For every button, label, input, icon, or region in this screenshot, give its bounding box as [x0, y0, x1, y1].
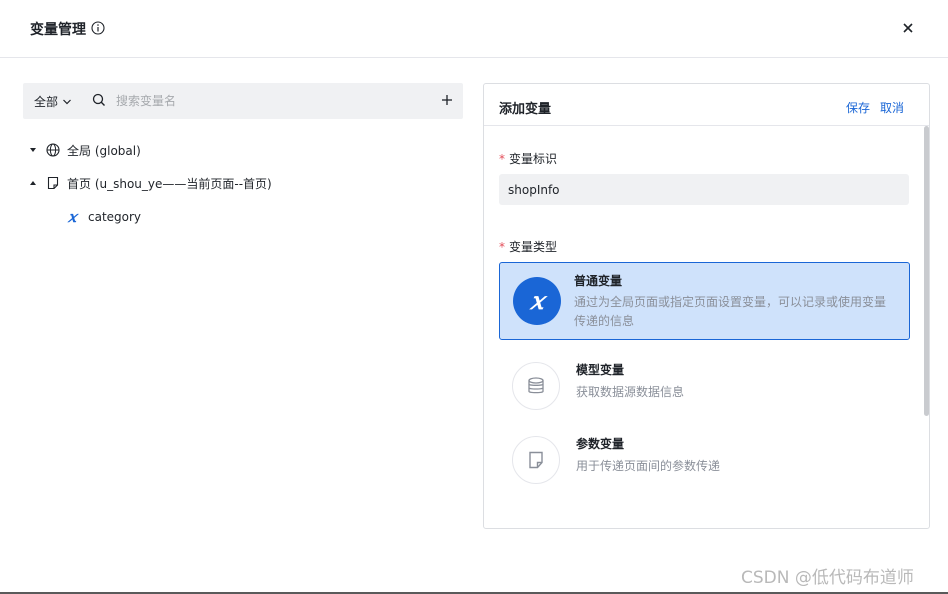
panel-title: 添加变量: [499, 102, 552, 117]
label-text: 变量类型: [509, 240, 558, 254]
required-mark: *: [499, 240, 505, 254]
cancel-button[interactable]: 取消: [880, 99, 904, 116]
save-button[interactable]: 保存: [846, 99, 870, 116]
variable-x-icon: 𝑥: [513, 277, 561, 325]
chevron-down-icon: [63, 99, 71, 104]
tree-node-category[interactable]: 𝑥 category: [68, 205, 141, 229]
type-option-desc: 通过为全局页面或指定页面设置变量，可以记录或使用变量传递的信息: [574, 295, 887, 328]
search-input[interactable]: [116, 90, 416, 112]
watermark: CSDN @低代码布道师: [741, 568, 914, 588]
variable-manager-dialog: 变量管理 全部 搜索变量名 全局 (global) 首页 (u_shou_ye—…: [0, 0, 948, 594]
tree-node-home[interactable]: 首页 (u_shou_ye——当前页面--首页): [29, 171, 272, 195]
add-icon[interactable]: [441, 94, 453, 106]
label-text: 变量标识: [509, 152, 558, 166]
scope-label: 全部: [34, 95, 59, 109]
database-icon: [512, 362, 560, 410]
document-icon: [512, 436, 560, 484]
required-mark: *: [499, 152, 505, 166]
info-icon[interactable]: [91, 21, 105, 35]
type-option-name: 参数变量: [576, 437, 625, 451]
dialog-title: 变量管理: [30, 22, 86, 38]
dialog-header: 变量管理: [0, 0, 948, 58]
globe-icon: [46, 143, 60, 157]
caret-down-icon[interactable]: [29, 146, 37, 154]
close-icon[interactable]: [901, 21, 915, 35]
type-option-desc: 用于传递页面间的参数传递: [576, 459, 721, 473]
variable-type-label: * 变量类型: [499, 238, 557, 255]
tree-node-global[interactable]: 全局 (global): [29, 138, 141, 162]
tree-node-label: category: [88, 210, 142, 224]
variable-x-icon: 𝑥: [68, 208, 77, 226]
panel-header: 添加变量 保存 取消: [484, 84, 929, 126]
search-bar: 全部: [23, 83, 463, 119]
caret-up-icon[interactable]: [29, 179, 37, 187]
add-variable-panel: 添加变量 保存 取消 * 变量标识 * 变量类型 𝑥 普通变量 通过为全局页面或指定…: [483, 83, 930, 529]
scrollbar[interactable]: [924, 126, 929, 416]
variable-id-field[interactable]: [499, 174, 909, 205]
search-icon: [92, 93, 105, 106]
type-option-model[interactable]: 模型变量 获取数据源数据信息: [499, 356, 910, 416]
type-option-name: 普通变量: [574, 274, 623, 288]
type-option-desc: 获取数据源数据信息: [576, 385, 685, 399]
scope-dropdown[interactable]: 全部: [34, 93, 72, 110]
type-option-param[interactable]: 参数变量 用于传递页面间的参数传递: [499, 430, 910, 490]
tree-node-label: 首页 (u_shou_ye——当前页面--首页): [67, 176, 272, 191]
variable-id-label: * 变量标识: [499, 150, 557, 167]
type-option-normal[interactable]: 𝑥 普通变量 通过为全局页面或指定页面设置变量，可以记录或使用变量传递的信息: [499, 262, 910, 340]
tree-node-label: 全局 (global): [67, 143, 141, 158]
page-icon: [47, 176, 59, 190]
type-option-name: 模型变量: [576, 363, 625, 377]
